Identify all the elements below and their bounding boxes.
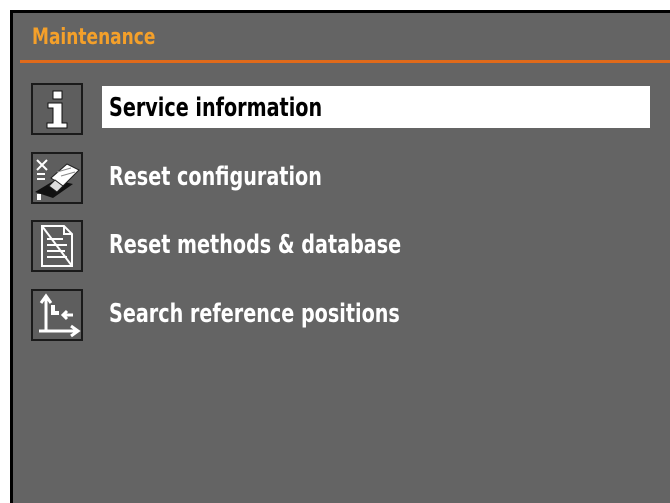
menu-item-label: Service information [109, 93, 323, 123]
menu-item-label: Reset methods & database [109, 230, 402, 260]
reference-axes-icon [31, 289, 83, 341]
menu-item-search-reference-positions[interactable]: Search reference positions [13, 287, 670, 343]
maintenance-screen: Maintenance Service information Reset co… [10, 10, 670, 503]
menu-item-label: Reset configuration [109, 162, 322, 192]
header: Maintenance [13, 13, 670, 63]
menu-item-reset-configuration[interactable]: Reset configuration [13, 150, 670, 206]
menu-item-label: Search reference positions [109, 299, 400, 329]
page-title: Maintenance [32, 25, 156, 50]
eraser-icon [31, 152, 83, 204]
info-icon [31, 83, 83, 135]
crossed-document-icon [31, 220, 83, 272]
menu-item-service-information[interactable]: Service information [13, 81, 670, 137]
header-divider [20, 60, 670, 63]
menu-item-reset-methods-database[interactable]: Reset methods & database [13, 218, 670, 274]
